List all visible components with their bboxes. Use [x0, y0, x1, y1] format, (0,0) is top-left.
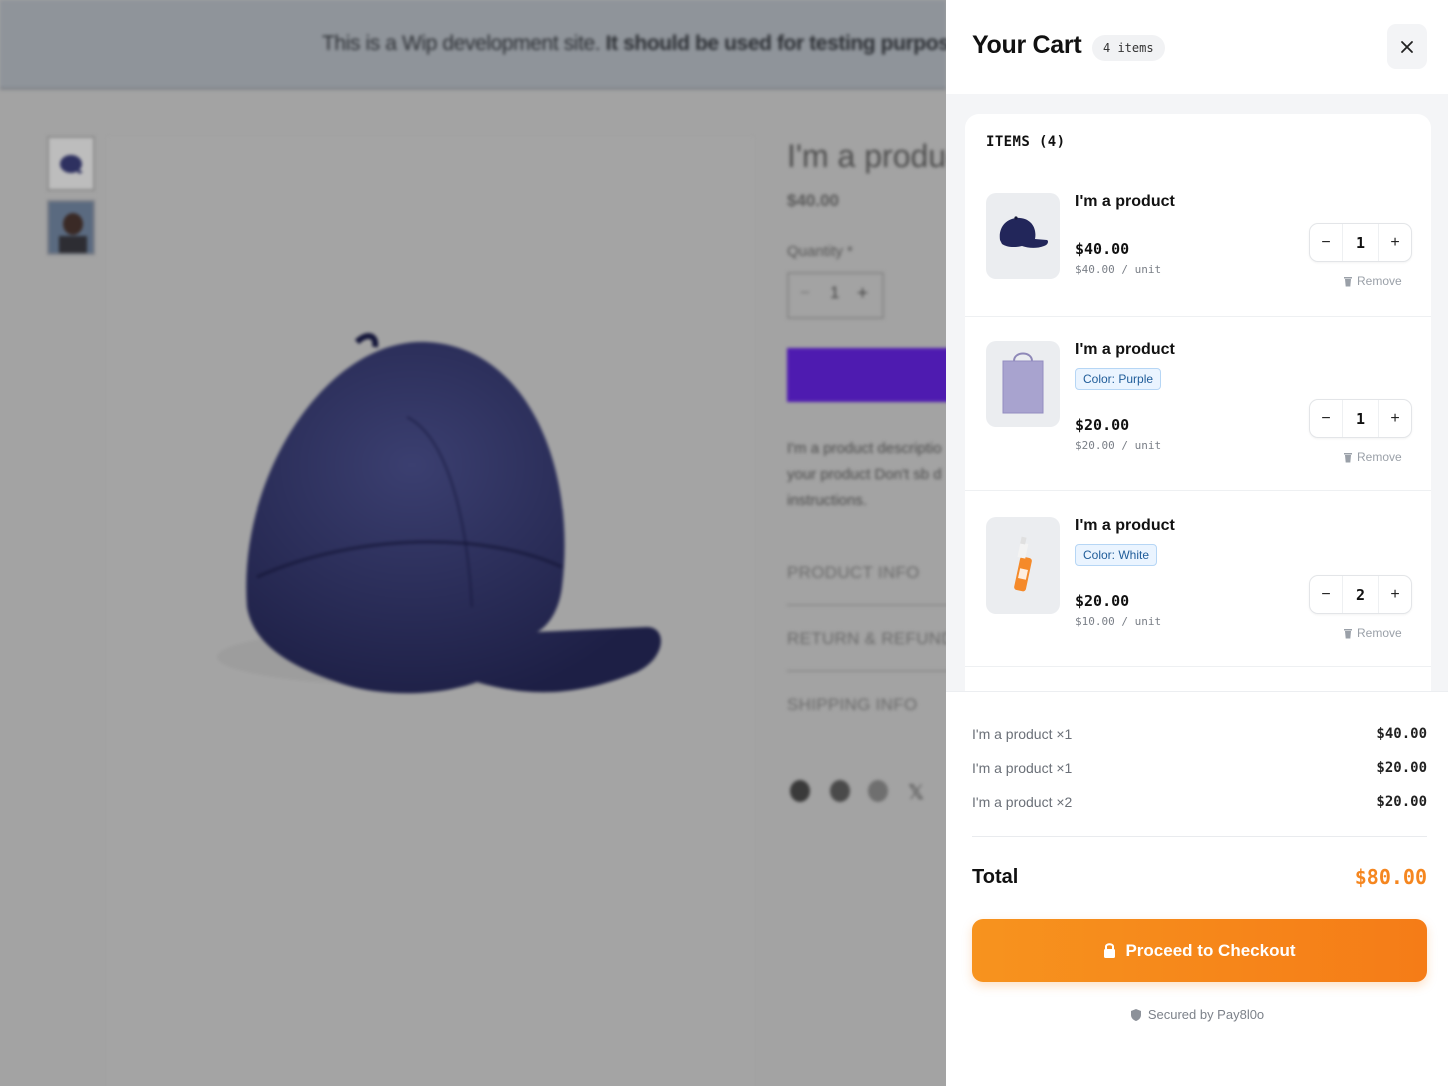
- item-unit-price: $20.00 / unit: [1075, 439, 1162, 452]
- product-thumbnail-cap[interactable]: [47, 136, 95, 191]
- summary-line-value: $40.00: [1376, 726, 1427, 742]
- cart-count-badge: 4 items: [1092, 35, 1165, 61]
- cart-title: Your Cart: [972, 31, 1082, 59]
- close-cart-button[interactable]: [1387, 24, 1427, 69]
- summary-line: I'm a product ×2 $20.00: [972, 794, 1427, 814]
- add-to-cart-button[interactable]: [787, 348, 946, 402]
- item-image-navy-cap: [986, 193, 1060, 279]
- secured-label: Secured by Pay8l0o: [1147, 1007, 1265, 1022]
- remove-item-button[interactable]: Remove: [1343, 626, 1402, 640]
- facebook-icon[interactable]: [790, 780, 810, 802]
- secured-notice: Secured by Pay8l0o: [946, 1007, 1448, 1022]
- accordion-divider: [787, 670, 946, 672]
- close-icon: [1401, 40, 1413, 53]
- quantity-label: Quantity *: [787, 243, 853, 260]
- trash-icon: [1344, 628, 1352, 638]
- cart-drawer: Your Cart 4 items ITEMS (4) I'm a produc…: [946, 0, 1448, 1086]
- order-summary: I'm a product ×1 $40.00 I'm a product ×1…: [946, 691, 1448, 1086]
- quantity-stepper[interactable]: − 2 +: [1309, 575, 1412, 614]
- quantity-value: 1: [1342, 400, 1379, 437]
- quantity-stepper[interactable]: − 1 +: [1309, 399, 1412, 438]
- item-name: I'm a product: [1075, 517, 1175, 534]
- cart-item: I'm a product Color: Purple $20.00 $20.0…: [965, 341, 1431, 491]
- accordion-product-info[interactable]: PRODUCT INFO: [787, 563, 920, 583]
- summary-line: I'm a product ×1 $40.00: [972, 726, 1427, 746]
- dev-site-banner-text: This is a Wip development site. It shoul…: [322, 32, 946, 55]
- summary-line-value: $20.00: [1376, 794, 1427, 810]
- total-value: $80.00: [1354, 865, 1427, 889]
- whatsapp-icon[interactable]: [868, 780, 888, 802]
- increase-quantity-button[interactable]: +: [1379, 400, 1411, 437]
- decrease-quantity-button[interactable]: −: [1310, 576, 1342, 613]
- pinterest-icon[interactable]: [830, 780, 850, 802]
- item-unit-price: $10.00 / unit: [1075, 615, 1162, 628]
- items-heading: ITEMS (4): [986, 134, 1066, 150]
- checkout-label: Proceed to Checkout: [1125, 940, 1296, 960]
- remove-item-button[interactable]: Remove: [1343, 450, 1402, 464]
- accordion-divider: [787, 604, 946, 606]
- proceed-to-checkout-button[interactable]: Proceed to Checkout: [972, 919, 1427, 982]
- decrease-quantity-button[interactable]: −: [1310, 224, 1342, 261]
- cart-items-area[interactable]: ITEMS (4) I'm a product $40.00 $40.00 / …: [946, 94, 1448, 691]
- summary-line: I'm a product ×1 $20.00: [972, 760, 1427, 780]
- item-price: $20.00: [1075, 592, 1130, 610]
- trash-icon: [1344, 452, 1352, 462]
- item-name: I'm a product: [1075, 341, 1175, 358]
- accordion-shipping-info[interactable]: SHIPPING INFO: [787, 695, 917, 715]
- item-unit-price: $40.00 / unit: [1075, 263, 1162, 276]
- dev-site-banner: This is a Wip development site. It shoul…: [0, 0, 946, 90]
- trash-icon: [1344, 276, 1352, 286]
- increase-quantity-button[interactable]: +: [1379, 224, 1411, 261]
- shield-icon: [1130, 1008, 1141, 1021]
- remove-label: Remove: [1357, 274, 1402, 288]
- variant-tag: Color: Purple: [1075, 368, 1162, 390]
- product-description: I'm a product descriptio your product Do…: [787, 440, 942, 509]
- cart-item: I'm a product Color: White $20.00 $10.00…: [965, 517, 1431, 667]
- decrease-quantity-button[interactable]: −: [1310, 400, 1342, 437]
- total-label: Total: [972, 866, 1019, 888]
- quantity-value: 2: [1342, 576, 1379, 613]
- product-price: $40.00: [787, 191, 839, 210]
- lock-icon: [1104, 943, 1116, 958]
- item-image-orange-spray-bottle: [986, 517, 1060, 614]
- summary-divider: [972, 836, 1427, 837]
- x-icon[interactable]: 𝕏: [908, 780, 928, 804]
- accordion-return-refund[interactable]: RETURN & REFUND: [787, 629, 946, 649]
- item-price: $40.00: [1075, 240, 1130, 258]
- item-price: $20.00: [1075, 416, 1130, 434]
- summary-line-label: I'm a product ×2: [972, 794, 1073, 810]
- summary-line-value: $20.00: [1376, 760, 1427, 776]
- product-main-image: [107, 137, 754, 1086]
- quantity-decrement-button[interactable]: −: [800, 283, 810, 303]
- quantity-value: 1: [830, 283, 840, 302]
- remove-label: Remove: [1357, 626, 1402, 640]
- increase-quantity-button[interactable]: +: [1379, 576, 1411, 613]
- cart-items-card: ITEMS (4) I'm a product $40.00 $40.00 / …: [965, 114, 1431, 691]
- product-thumbnail-model[interactable]: [47, 200, 95, 255]
- quantity-value: 1: [1342, 224, 1379, 261]
- item-image-purple-tote-bag: [986, 341, 1060, 427]
- summary-line-label: I'm a product ×1: [972, 726, 1073, 742]
- summary-line-label: I'm a product ×1: [972, 760, 1073, 776]
- variant-tag: Color: White: [1075, 544, 1158, 566]
- item-name: I'm a product: [1075, 193, 1175, 210]
- quantity-stepper[interactable]: − 1 +: [1309, 223, 1412, 262]
- background-product-page: This is a Wip development site. It shoul…: [0, 0, 946, 1086]
- cart-item: I'm a product $40.00 $40.00 / unit − 1 +…: [965, 193, 1431, 317]
- quantity-increment-button[interactable]: +: [857, 283, 868, 305]
- cart-header: Your Cart 4 items: [946, 0, 1448, 94]
- product-title: I'm a produc: [787, 138, 946, 174]
- remove-item-button[interactable]: Remove: [1343, 274, 1402, 288]
- remove-label: Remove: [1357, 450, 1402, 464]
